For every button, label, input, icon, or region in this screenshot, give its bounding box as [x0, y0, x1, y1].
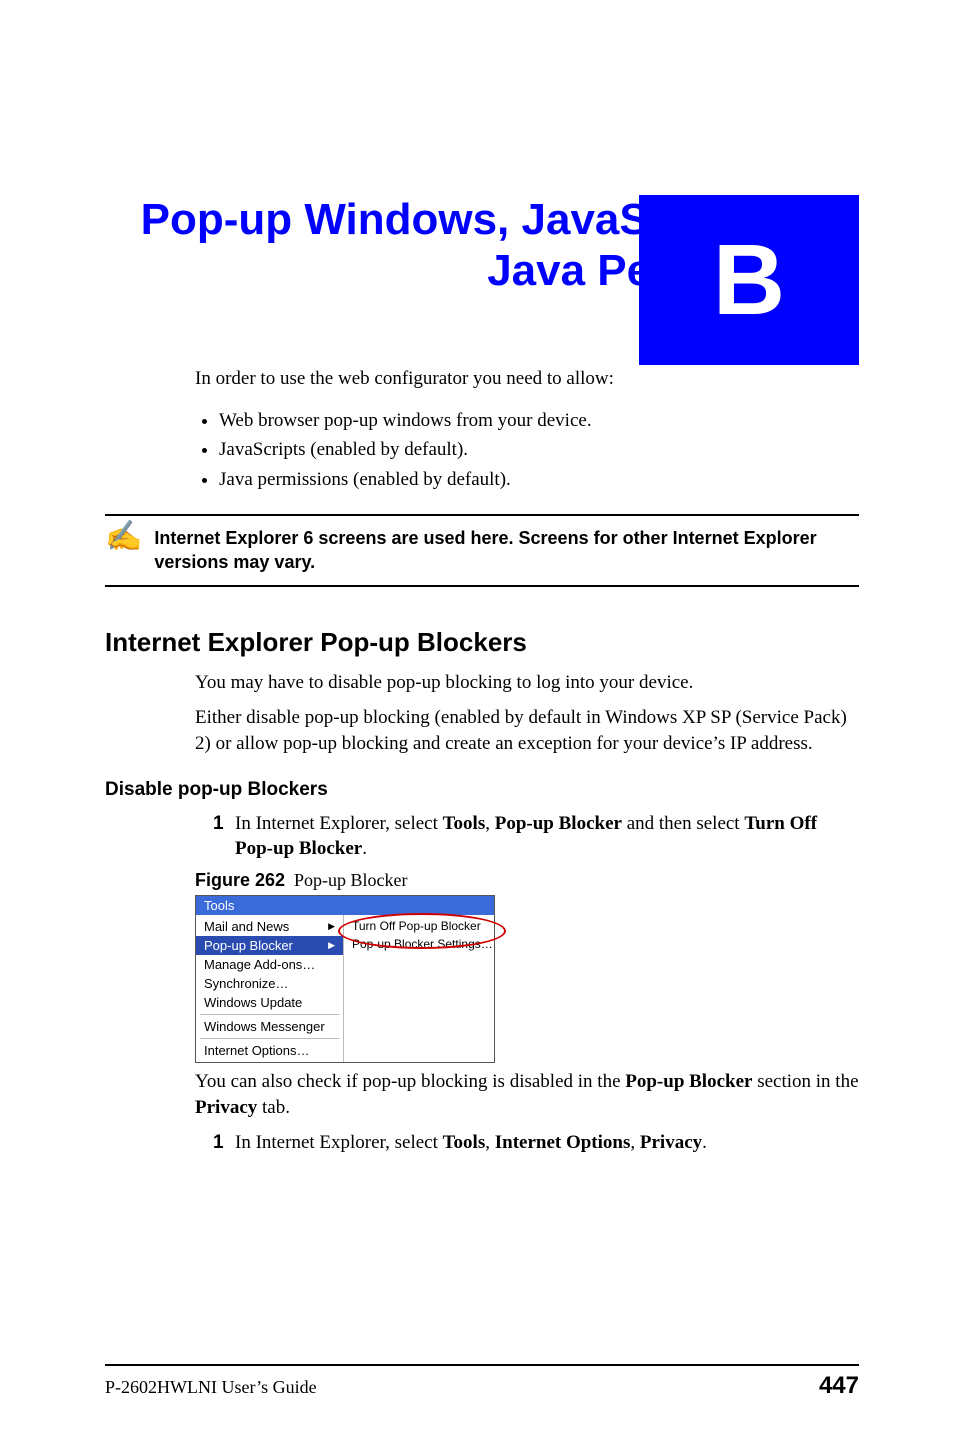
- chevron-right-icon: ▶: [328, 940, 335, 951]
- page-footer: P-2602HWLNI User’s Guide 447: [105, 1364, 859, 1400]
- body-paragraph: You can also check if pop-up blocking is…: [195, 1069, 859, 1120]
- page: B Pop-up Windows, JavaScripts and Java P…: [0, 195, 954, 1430]
- step-number: 1: [213, 1130, 235, 1156]
- chevron-right-icon: ▶: [328, 921, 335, 932]
- figure-label: Figure 262: [195, 870, 285, 890]
- intro-line: In order to use the web configurator you…: [195, 366, 859, 392]
- menu-item: Synchronize…: [196, 974, 343, 993]
- submenu-item: Pop-up Blocker Settings…: [344, 935, 494, 953]
- intro-block: In order to use the web configurator you…: [195, 366, 859, 494]
- menu-item-selected: Pop-up Blocker▶: [196, 936, 343, 955]
- section-heading: Internet Explorer Pop-up Blockers: [105, 627, 859, 658]
- note-block: ✍ Internet Explorer 6 screens are used h…: [105, 514, 859, 587]
- menu-item: Mail and News▶: [196, 917, 343, 936]
- page-number: 447: [819, 1372, 859, 1400]
- figure-title: Pop-up Blocker: [294, 870, 407, 890]
- footer-guide-name: P-2602HWLNI User’s Guide: [105, 1377, 317, 1398]
- step-text: In Internet Explorer, select Tools, Pop-…: [235, 811, 859, 862]
- note-icon: ✍: [105, 522, 142, 552]
- figure-caption: Figure 262 Pop-up Blocker: [195, 870, 859, 891]
- submenu: Turn Off Pop-up Blocker Pop-up Blocker S…: [344, 915, 494, 1062]
- menu-column: Mail and News▶ Pop-up Blocker▶ Manage Ad…: [196, 915, 344, 1062]
- screenshot-menu: Tools Mail and News▶ Pop-up Blocker▶ Man…: [195, 895, 495, 1063]
- menu-item: Internet Options…: [196, 1041, 343, 1060]
- step-item: 1 In Internet Explorer, select Tools, In…: [213, 1130, 859, 1156]
- menu-separator: [200, 1038, 339, 1039]
- menu-separator: [200, 1014, 339, 1015]
- bullet-item: JavaScripts (enabled by default).: [219, 435, 859, 464]
- menu-item: Windows Update: [196, 993, 343, 1012]
- menu-item: Windows Messenger: [196, 1017, 343, 1036]
- step-text: In Internet Explorer, select Tools, Inte…: [235, 1130, 859, 1156]
- body-paragraph: You may have to disable pop-up blocking …: [195, 670, 859, 696]
- menu-header: Tools: [196, 896, 494, 915]
- menu-item: Manage Add-ons…: [196, 955, 343, 974]
- subheading: Disable pop-up Blockers: [105, 779, 859, 801]
- intro-bullets: Web browser pop-up windows from your dev…: [195, 406, 859, 494]
- step-item: 1 In Internet Explorer, select Tools, Po…: [213, 811, 859, 862]
- bullet-item: Web browser pop-up windows from your dev…: [219, 406, 859, 435]
- submenu-item: Turn Off Pop-up Blocker: [344, 917, 494, 935]
- body-paragraph: Either disable pop-up blocking (enabled …: [195, 705, 859, 756]
- step-number: 1: [213, 811, 235, 862]
- appendix-badge: B: [639, 195, 859, 365]
- note-text: Internet Explorer 6 screens are used her…: [154, 526, 859, 575]
- appendix-letter: B: [713, 223, 785, 338]
- menu-body: Mail and News▶ Pop-up Blocker▶ Manage Ad…: [196, 915, 494, 1062]
- bullet-item: Java permissions (enabled by default).: [219, 465, 859, 494]
